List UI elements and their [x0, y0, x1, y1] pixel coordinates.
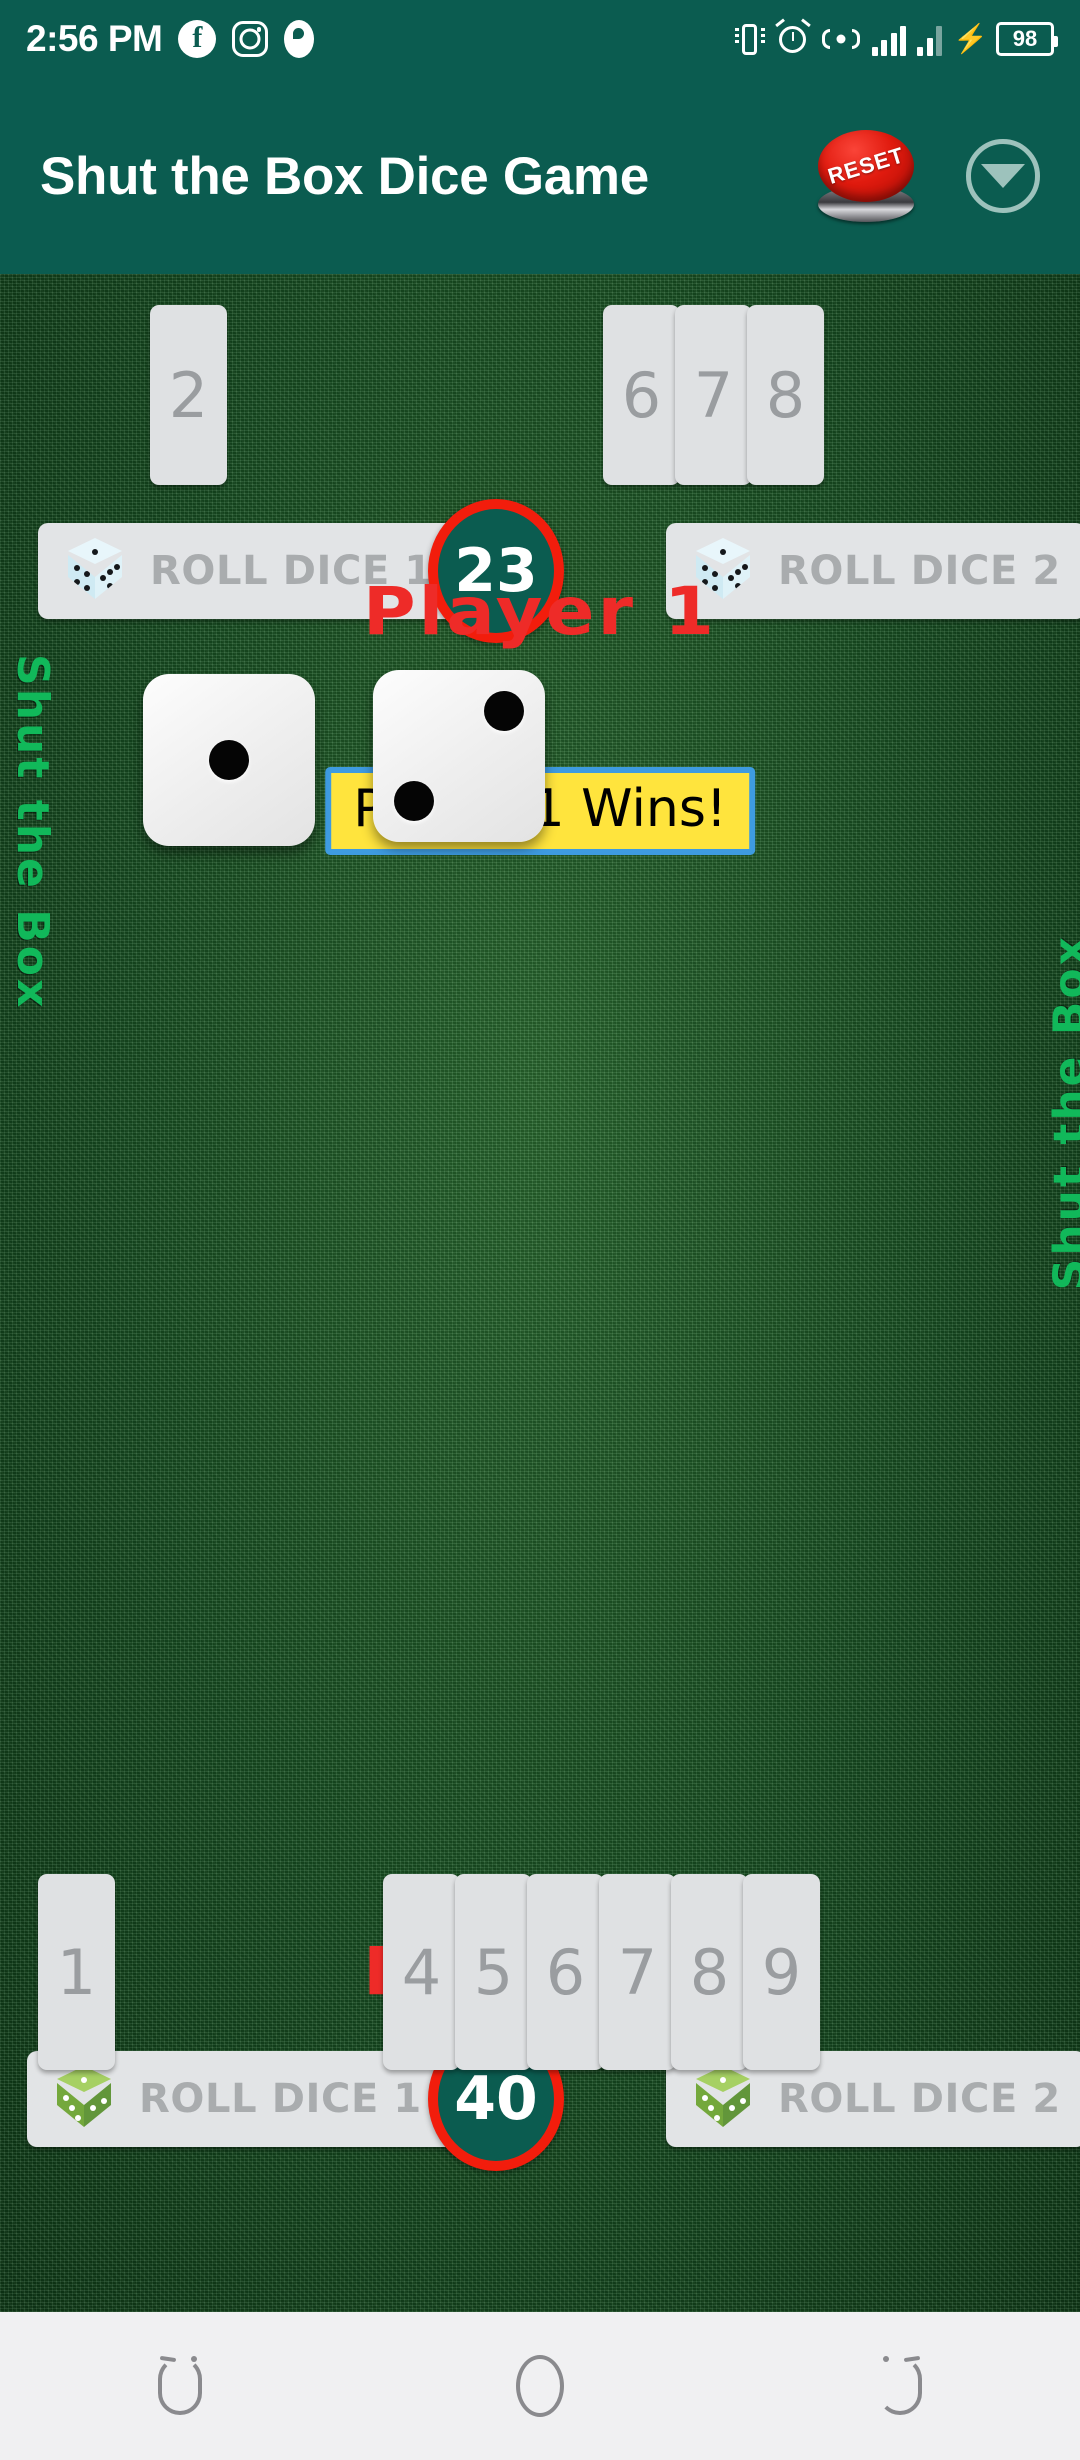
- alarm-icon: [774, 18, 811, 57]
- caret-shape: [981, 164, 1025, 188]
- die-2[interactable]: [373, 670, 545, 842]
- charging-bolt-icon: ⚡: [953, 23, 988, 54]
- game-board: 2 6 7 8 ROLL DICE 1 23 ROLL DICE 2 1 Win…: [0, 274, 1080, 2312]
- tile-p2-2[interactable]: 5: [455, 1874, 532, 2070]
- signal-icon: [871, 22, 907, 56]
- roll-dice-2-label-p2: ROLL DICE 2: [778, 2076, 1061, 2122]
- tile-p2-1[interactable]: 4: [383, 1874, 460, 2070]
- tile-p1-1[interactable]: 6: [603, 305, 680, 485]
- vibrate-icon: [734, 20, 765, 58]
- page-title: Shut the Box Dice Game: [40, 146, 649, 206]
- recent-apps-glyph: [158, 2356, 202, 2415]
- tile-p2-5[interactable]: 8: [671, 1874, 748, 2070]
- chevron-down-icon[interactable]: [966, 139, 1040, 213]
- status-bar: 2:56 PM ⚡ 98: [0, 0, 1080, 78]
- die-1[interactable]: [143, 674, 315, 846]
- status-clock: 2:56 PM: [26, 18, 163, 59]
- tile-p1-3[interactable]: 8: [747, 305, 824, 485]
- dice-icon-green: [53, 2066, 115, 2132]
- battery-percent: 98: [1012, 26, 1038, 51]
- signal-icon-2: [917, 22, 943, 56]
- tile-p2-4[interactable]: 7: [599, 1874, 676, 2070]
- status-bar-left: 2:56 PM: [26, 18, 315, 60]
- tile-p1-2[interactable]: 7: [675, 305, 752, 485]
- tile-p1-0[interactable]: 2: [150, 305, 227, 485]
- tile-p2-6[interactable]: 9: [743, 1874, 820, 2070]
- instagram-icon: [232, 21, 269, 57]
- roll-dice-1-label-p2: ROLL DICE 1: [139, 2076, 422, 2122]
- home-glyph: [516, 2355, 564, 2417]
- back-icon[interactable]: [840, 2326, 960, 2446]
- dice-icon-green-2: [692, 2066, 754, 2132]
- app-icon: [284, 20, 315, 58]
- player-1-name: Player 1: [362, 572, 718, 650]
- side-label-left: Shut the Box: [7, 654, 58, 1011]
- home-icon[interactable]: [480, 2326, 600, 2446]
- battery-icon: 98: [996, 22, 1058, 56]
- die-1-pip-0: [209, 740, 249, 780]
- recent-apps-icon[interactable]: [120, 2326, 240, 2446]
- reset-button[interactable]: RESET: [814, 128, 918, 224]
- side-label-right: Shut the Box: [1044, 934, 1080, 1291]
- reset-button-top: RESET: [818, 130, 914, 202]
- hotspot-icon: [821, 22, 861, 56]
- tile-p2-3[interactable]: 6: [527, 1874, 604, 2070]
- facebook-icon: [178, 20, 217, 58]
- reset-button-label: RESET: [824, 142, 907, 189]
- status-bar-right: ⚡ 98: [734, 18, 1058, 58]
- app-bar: Shut the Box Dice Game RESET: [0, 78, 1080, 274]
- die-2-pip-0: [484, 691, 524, 731]
- die-2-pip-1: [394, 781, 434, 821]
- navigation-bar: [0, 2312, 1080, 2460]
- back-glyph: [878, 2356, 922, 2415]
- tile-p2-0[interactable]: 1: [38, 1874, 115, 2070]
